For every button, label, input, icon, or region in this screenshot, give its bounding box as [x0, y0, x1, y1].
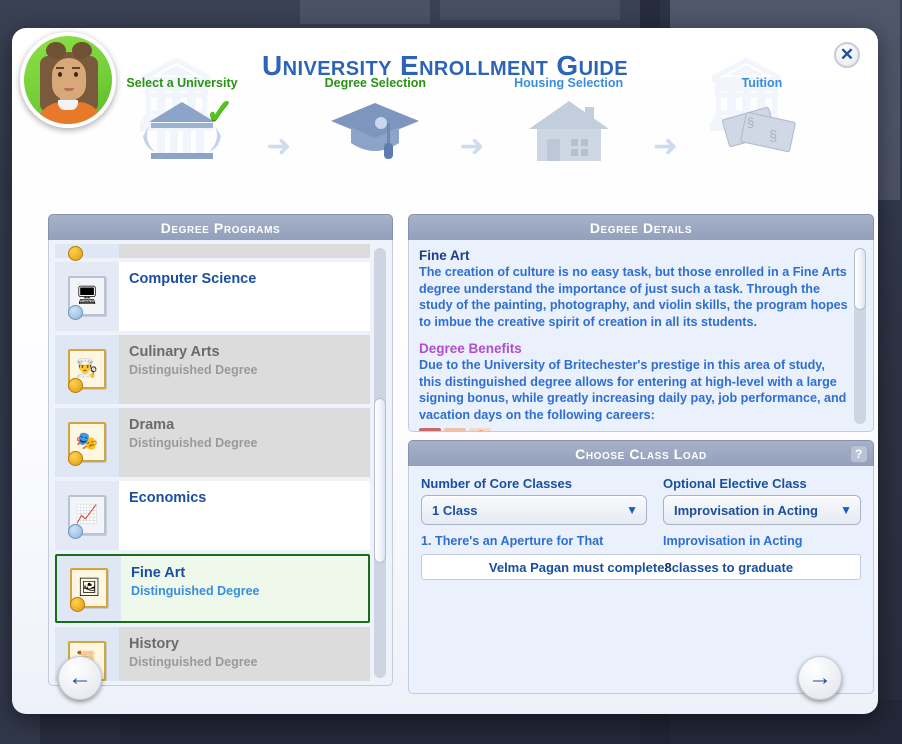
- step-degree-selection[interactable]: Degree Selection: [315, 76, 435, 166]
- list-item[interactable]: 🎭 Drama Distinguished Degree: [55, 408, 370, 477]
- theater-masks-glyph: 🎭: [75, 430, 99, 451]
- core-classes-label: Number of Core Classes: [421, 476, 572, 491]
- choose-class-load-body: Number of Core Classes 1 Class ▼ 1. Ther…: [408, 466, 874, 694]
- scrollbar-thumb[interactable]: [374, 398, 386, 563]
- step-arrow-icon: ➜: [266, 130, 292, 163]
- back-button[interactable]: ←: [58, 656, 102, 700]
- elective-class-dropdown[interactable]: Improvisation in Acting ▼: [663, 495, 861, 525]
- next-button[interactable]: →: [798, 656, 842, 700]
- choose-class-load-panel: Choose Class Load ? Number of Core Class…: [408, 440, 874, 694]
- list-item[interactable]: 📈 Economics: [55, 481, 370, 550]
- degree-subtitle: Distinguished Degree: [129, 655, 258, 670]
- core-classes-value: 1 Class: [432, 502, 478, 518]
- degree-detail-title: Fine Art: [419, 248, 470, 263]
- degree-name: History: [129, 636, 179, 652]
- degree-programs-header: Degree Programs: [48, 214, 393, 240]
- status-prefix: Velma Pagan must complete: [488, 559, 665, 575]
- step-label: Housing Selection: [514, 76, 624, 90]
- chart-glyph: 📈: [75, 503, 99, 524]
- step-label: Tuition: [741, 76, 783, 90]
- degree-list-scrollbar[interactable]: [374, 248, 386, 678]
- career-icon: [469, 427, 491, 431]
- university-building-icon: ✓: [122, 93, 242, 166]
- check-icon: ✓: [205, 93, 235, 131]
- core-class-item: 1. There's an Aperture for That: [421, 534, 604, 548]
- list-item-selected[interactable]: 🖼 Fine Art Distinguished Degree: [55, 554, 370, 623]
- step-tuition[interactable]: Tuition § §: [702, 76, 822, 166]
- list-item[interactable]: 🖥 Computer Science: [55, 262, 370, 331]
- step-label: Select a University: [126, 76, 238, 90]
- elective-class-item: Improvisation in Acting: [663, 534, 803, 548]
- degree-details-body: Fine Art The creation of culture is no e…: [408, 240, 874, 432]
- right-column: Degree Details Fine Art The creation of …: [408, 214, 874, 694]
- degree-subtitle: Distinguished Degree: [129, 436, 258, 451]
- degree-name: Economics: [129, 490, 207, 506]
- easel-chart-certificate-icon: 📈: [55, 481, 119, 550]
- degree-details-header: Degree Details: [408, 214, 874, 240]
- step-arrow-icon: ➜: [652, 130, 678, 163]
- core-classes-dropdown[interactable]: 1 Class ▼: [421, 495, 647, 525]
- step-housing-selection[interactable]: Housing Selection: [509, 76, 629, 166]
- status-bar: Velma Pagan must complete 8 classes to g…: [421, 554, 861, 580]
- computer-certificate-icon: 🖥: [55, 262, 119, 331]
- degree-detail-description: The creation of culture is no easy task,…: [419, 265, 848, 330]
- graduation-cap-icon: [315, 94, 435, 166]
- chevron-down-icon: ▼: [840, 503, 852, 517]
- elective-class-label: Optional Elective Class: [663, 476, 807, 491]
- close-icon[interactable]: ✕: [834, 42, 860, 68]
- degree-name: Drama: [129, 417, 175, 433]
- step-select-a-university[interactable]: Select a University ✓: [122, 76, 242, 166]
- framed-painting-certificate-icon: 🖼: [57, 556, 121, 621]
- scrollbar-thumb[interactable]: [854, 248, 866, 310]
- choose-class-load-header: Choose Class Load ?: [408, 440, 874, 466]
- degree-benefits-description: Due to the University of Britechester's …: [419, 357, 847, 423]
- svg-text:§: §: [769, 128, 777, 145]
- degree-subtitle: Distinguished Degree: [129, 363, 258, 378]
- money-bills-icon: § §: [702, 94, 822, 166]
- enrollment-guide-dialog: 🏛 🏛 University Enrollment Guide ✕ Select…: [12, 28, 878, 714]
- computer-glyph: 🖥: [75, 284, 99, 305]
- degree-details-panel: Degree Details Fine Art The creation of …: [408, 214, 874, 432]
- career-icons: [419, 427, 849, 431]
- degree-icon: [55, 244, 119, 261]
- theater-masks-certificate-icon: 🎭: [55, 408, 119, 477]
- degree-programs-list: 🖥 Computer Science 👨‍🍳: [48, 240, 393, 686]
- list-item-partial[interactable]: [55, 244, 370, 261]
- elective-class-value: Improvisation in Acting: [674, 502, 818, 518]
- step-arrow-icon: ➜: [459, 130, 485, 163]
- progress-steps: Select a University ✓ ➜ Degree Selection…: [122, 76, 822, 196]
- degree-name: Culinary Arts: [129, 344, 220, 360]
- degree-benefits-title: Degree Benefits: [419, 340, 522, 356]
- avatar[interactable]: [20, 32, 116, 128]
- degree-name: Computer Science: [129, 271, 257, 287]
- chef-hat-glyph: 👨‍🍳: [75, 357, 99, 378]
- choose-class-load-title: Choose Class Load: [575, 445, 707, 462]
- chevron-down-icon: ▼: [626, 503, 638, 517]
- dialog-header: University Enrollment Guide ✕ Select a U…: [12, 28, 878, 202]
- house-icon: [509, 94, 629, 166]
- step-label: Degree Selection: [324, 76, 427, 90]
- degree-programs-panel: Degree Programs 🖥: [48, 214, 393, 686]
- status-suffix: classes to graduate: [671, 559, 794, 575]
- list-item[interactable]: 📜 History Distinguished Degree: [55, 627, 370, 681]
- career-icon: [419, 427, 441, 431]
- painting-glyph: 🖼: [77, 576, 101, 597]
- status-count: 8: [664, 559, 672, 575]
- chef-hat-certificate-icon: 👨‍🍳: [55, 335, 119, 404]
- degree-details-scrollbar[interactable]: [854, 248, 866, 424]
- help-icon[interactable]: ?: [850, 445, 868, 463]
- svg-text:§: §: [747, 115, 754, 130]
- career-icon: [444, 427, 466, 431]
- list-item[interactable]: 👨‍🍳 Culinary Arts Distinguished Degree: [55, 335, 370, 404]
- degree-name: Fine Art: [131, 565, 186, 581]
- degree-subtitle: Distinguished Degree: [131, 584, 260, 599]
